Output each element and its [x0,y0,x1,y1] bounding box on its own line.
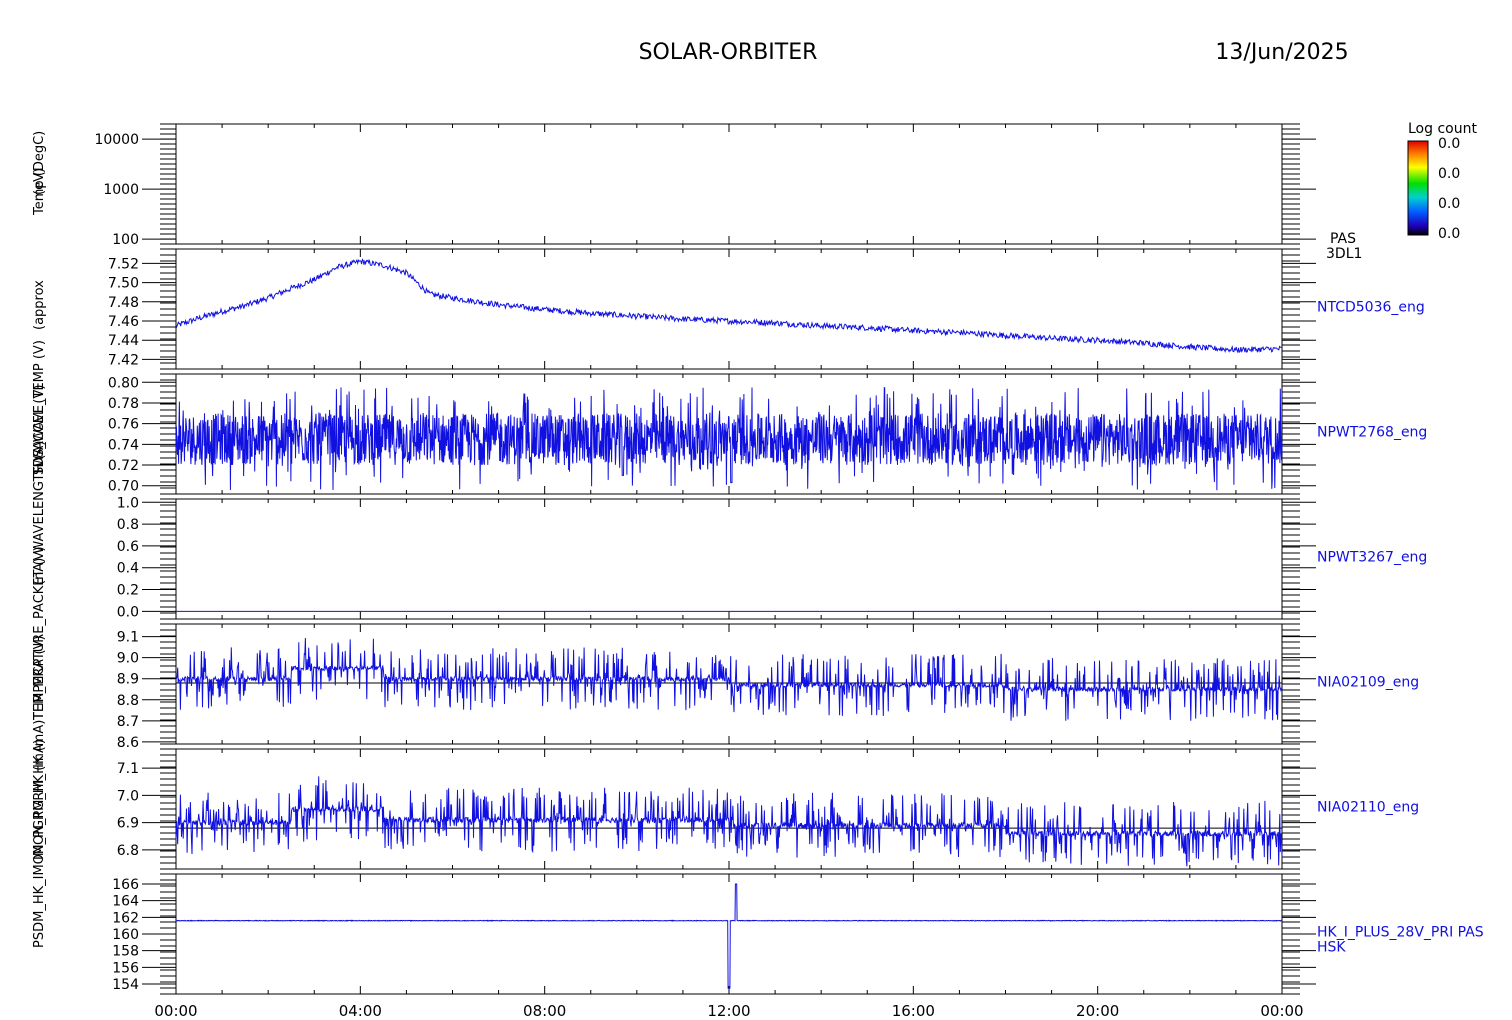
y-tick-label: 0.6 [117,539,139,555]
y-tick-label: 9.0 [117,651,139,667]
data-series-line [175,637,1283,721]
y-tick-label: 0.2 [117,583,139,599]
chart-panel-3: 0.80 0.78 0.76 0.74 0.72 0.70 NPWT2768_eng [108,373,1427,495]
y-tick-label: 156 [112,960,139,976]
chart-panel-1: 10000 1000 100 PAS3DL1 [94,123,1362,262]
y-tick-label: 154 [112,977,139,993]
y-tick-label: 7.46 [108,314,139,330]
panel-frame [175,748,1283,870]
y-tick-label: 0.74 [108,437,139,453]
plot-date: 13/Jun/2025 [1215,40,1348,65]
y-tick-label: 100 [112,232,139,248]
left-axis-labels: (eV) Temp (DegC) (approx TDS_WAVE_TEMP (… [32,131,47,948]
left-label: Temp (DegC) [32,131,47,216]
y-tick-label: 6.9 [117,816,139,832]
left-label: PSDM_HK_IMON_PGRM_HK (mA) [32,739,47,948]
y-tick-label: 8.9 [117,672,139,688]
mission-title: SOLAR-ORBITER [639,40,818,65]
series-label: NPWT2768_eng [1317,424,1427,440]
data-series-line [175,387,1283,491]
x-tick-label: 12:00 [707,1002,750,1020]
x-tick-label: 16:00 [892,1002,935,1020]
y-tick-label: 8.6 [117,735,139,751]
series-label: HSK [1317,939,1346,955]
y-tick-label: 0.78 [108,396,139,412]
x-tick-label: 04:00 [339,1002,382,1020]
y-tick-label: 164 [112,894,139,910]
y-tick-label: 10000 [94,132,139,148]
y-tick-label: 6.8 [117,843,139,859]
y-tick-label: 1000 [103,182,139,198]
series-label: 3DL1 [1326,246,1362,262]
y-tick-label: 0.70 [108,479,139,495]
data-series-line [175,883,1282,989]
chart-panel-7: 166164162160158156154 HK_I_PLUS_28V_PRI P… [112,873,1484,1020]
series-label: NPWT3267_eng [1317,549,1427,565]
series-label: HK_I_PLUS_28V_PRI PAS [1317,924,1484,940]
series-label: NTCD5036_eng [1317,299,1425,315]
chart-panel-6: 7.1 7.0 6.9 6.8 NIA02110_eng [117,748,1419,870]
colorbar [1407,140,1429,236]
y-tick-label: 7.42 [108,352,139,368]
y-tick-label: 158 [112,944,139,960]
colorbar-tick: 0.0 [1438,226,1460,242]
x-tick-label: 08:00 [523,1002,566,1020]
y-tick-label: 7.52 [108,256,139,272]
left-label: (approx [32,280,47,330]
y-tick-label: 7.50 [108,276,139,292]
panel-frame [175,873,1283,995]
y-tick-label: 0.80 [108,375,139,391]
series-label: NIA02110_eng [1317,799,1419,815]
chart-panel-2: 7.52 7.50 7.48 7.46 7.44 7.42 NTCD5036_eng [108,248,1425,370]
y-tick-label: 162 [112,910,139,926]
y-tick-label: 8.8 [117,693,139,709]
data-series-line [175,258,1283,354]
chart-panel-4: 1.0 0.8 0.6 0.4 0.2 0.0 NPWT3267_eng [117,495,1428,620]
colorbar-tick: 0.0 [1438,196,1460,212]
y-tick-label: 7.44 [108,333,139,349]
colorbar-tick: 0.0 [1438,166,1460,182]
y-tick-label: 7.0 [117,788,139,804]
chart-panel-5: 9.1 9.0 8.9 8.8 8.7 8.6 NIA02109_eng [117,623,1419,751]
y-tick-label: 160 [112,927,139,943]
y-tick-label: 7.48 [108,295,139,311]
data-series-line [175,776,1283,867]
panel-frame [175,623,1283,745]
panel-frame [175,123,1283,245]
y-tick-label: 166 [112,877,139,893]
series-label: NIA02109_eng [1317,674,1419,690]
panel-frame [175,498,1283,620]
plot-canvas: SOLAR-ORBITER 13/Jun/2025 Log count 0.0 … [32,40,1484,1020]
y-tick-label: 0.8 [117,517,139,533]
y-tick-label: 8.7 [117,714,139,730]
colorbar-tick: 0.0 [1438,136,1460,152]
colorbar-title: Log count [1408,121,1477,137]
series-label: PAS [1330,231,1356,247]
x-tick-label: 00:00 [154,1002,197,1020]
y-tick-label: 0.4 [117,561,139,577]
x-tick-label: 20:00 [1076,1002,1119,1020]
x-tick-label: 00:00 [1260,1002,1303,1020]
y-tick-label: 0.72 [108,458,139,474]
y-tick-label: 0.76 [108,417,139,433]
left-label: THR_MCP (V) [32,635,47,721]
y-tick-label: 9.1 [117,630,139,646]
y-tick-label: 7.1 [117,761,139,777]
y-tick-label: 1.0 [117,495,139,511]
y-tick-label: 0.0 [117,604,139,620]
panel-frame [175,248,1283,370]
